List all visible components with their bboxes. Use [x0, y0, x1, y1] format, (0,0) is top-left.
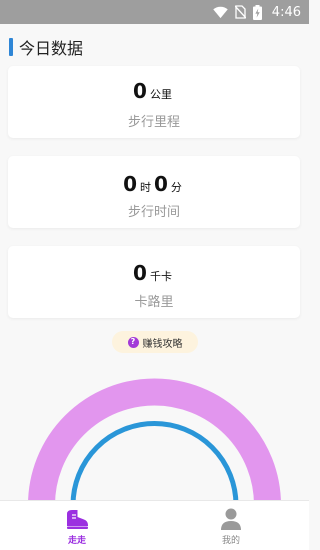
walk-minutes-unit: 分 — [170, 181, 182, 194]
tab-walk[interactable]: 走走 — [37, 501, 117, 550]
status-bar: 4:46 — [0, 0, 309, 24]
question-icon: ? — [127, 336, 139, 348]
step-gauge — [28, 378, 281, 506]
earning-guide-label: 赚钱攻略 — [142, 338, 183, 350]
calories-card: 0 千卡 卡路里 — [8, 246, 300, 318]
wifi-icon — [213, 6, 228, 18]
tab-profile[interactable]: 我的 — [191, 501, 271, 550]
distance-unit: 公里 — [149, 88, 172, 101]
walk-time-card: 0时0分 步行时间 — [8, 156, 300, 228]
distance-value: 0 公里 — [8, 79, 300, 103]
earning-guide-button[interactable]: ? 赚钱攻略 — [112, 331, 198, 353]
calories-label: 卡路里 — [134, 295, 174, 310]
bottom-tab-bar: 走走 我的 — [0, 500, 309, 550]
calories-unit: 千卡 — [149, 270, 172, 283]
no-sim-icon — [234, 5, 246, 19]
section-accent-bar — [9, 38, 13, 56]
tab-profile-label: 我的 — [221, 536, 240, 546]
battery-charging-icon — [252, 4, 262, 20]
distance-card: 0 公里 步行里程 — [8, 66, 300, 138]
status-time: 4:46 — [271, 4, 301, 20]
section-header: 今日数据 — [9, 37, 84, 58]
section-title: 今日数据 — [19, 39, 84, 58]
calories-value: 0 千卡 — [8, 261, 300, 285]
distance-number: 0 — [133, 79, 147, 103]
sneaker-icon — [67, 510, 88, 529]
walk-hours-unit: 时 — [140, 181, 151, 194]
status-icons: 4:46 — [213, 0, 301, 24]
person-icon — [221, 508, 241, 530]
calories-number: 0 — [133, 261, 147, 285]
tab-walk-label: 走走 — [67, 536, 86, 546]
walk-time-label: 步行时间 — [127, 205, 180, 220]
distance-label: 步行里程 — [127, 115, 180, 130]
walk-time-value: 0时0分 — [8, 172, 300, 196]
gauge-inner-ring — [70, 421, 239, 506]
walk-minutes-number: 0 — [154, 172, 168, 196]
walk-hours-number: 0 — [123, 172, 137, 196]
